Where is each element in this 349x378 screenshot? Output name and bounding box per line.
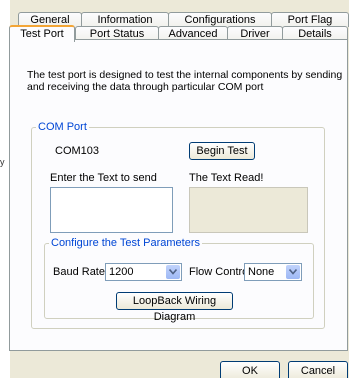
com-port-name: COM103 (55, 145, 100, 157)
baud-rate-label: Baud Rate (53, 266, 105, 278)
send-text-input[interactable] (50, 187, 173, 233)
properties-dialog: y General Information Configurations Por… (0, 0, 349, 378)
tab-configurations[interactable]: Configurations (168, 12, 272, 27)
tab-test-port[interactable]: Test Port (9, 25, 75, 42)
com-port-legend: COM Port (38, 121, 87, 133)
loopback-wiring-diagram-button[interactable]: LoopBack Wiring Diagram (116, 292, 233, 323)
baud-rate-value: 1200 (109, 266, 134, 278)
chevron-down-icon[interactable] (286, 265, 300, 279)
test-parameters-legend: Configure the Test Parameters (51, 237, 200, 249)
chevron-down-icon[interactable] (166, 265, 180, 279)
tab-information[interactable]: Information (81, 12, 169, 27)
begin-test-button[interactable]: Begin Test (189, 142, 255, 160)
flow-control-label: Flow Control (189, 266, 251, 278)
description-text: The test port is designed to test the in… (27, 69, 343, 93)
description-line-1: The test port is designed to test the in… (27, 69, 343, 81)
flow-control-value: None (248, 266, 275, 278)
send-text-label: Enter the Text to send (50, 172, 157, 184)
read-text-label: The Text Read! (189, 172, 264, 184)
edge-marker: y (0, 157, 5, 167)
flow-control-select[interactable]: None (244, 263, 302, 281)
description-line-2: and receiving the data through particula… (27, 81, 264, 93)
ok-button[interactable]: OK (220, 361, 280, 378)
read-text-output (189, 187, 308, 233)
tab-port-flag[interactable]: Port Flag (271, 12, 349, 27)
cancel-button[interactable]: Cancel (288, 361, 348, 378)
baud-rate-select[interactable]: 1200 (105, 263, 182, 281)
